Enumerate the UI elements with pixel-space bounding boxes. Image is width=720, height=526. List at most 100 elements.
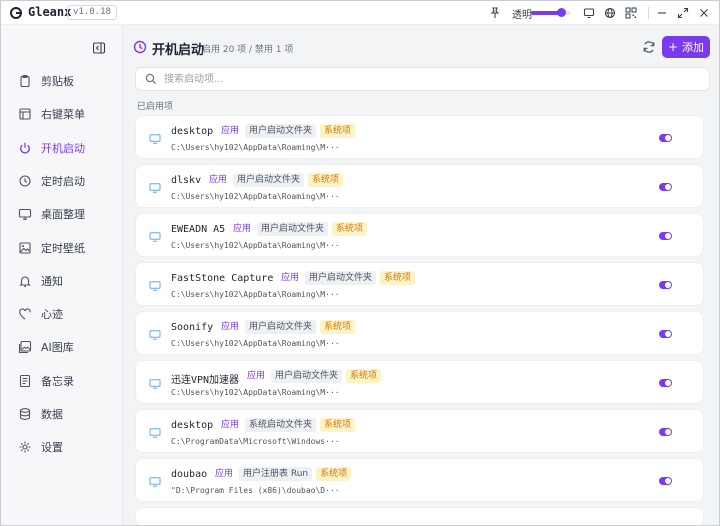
startup-entry-row[interactable]: desktop 应用 系统启动文件夹 系统项 C:\ProgramData\Micros…	[135, 409, 704, 453]
globe-icon[interactable]	[602, 5, 618, 21]
monitor-icon	[149, 280, 161, 291]
sidebar-item-label: 剪贴板	[41, 75, 74, 88]
sidebar-item-label: 数据	[41, 408, 63, 421]
sidebar-item-6[interactable]: 定时壁纸	[1, 234, 122, 262]
plus-icon: +	[667, 40, 679, 54]
gallery-icon	[18, 340, 32, 354]
titlebar-separator	[648, 7, 649, 19]
qr-code-icon[interactable]	[623, 5, 639, 21]
pin-icon[interactable]	[487, 5, 503, 21]
sidebar-item-8[interactable]: 心迹	[1, 300, 122, 328]
entry-enable-toggle[interactable]	[659, 183, 672, 191]
entry-tags: 应用 用户启动文件夹 系统项	[279, 271, 416, 285]
entry-enable-toggle[interactable]	[659, 477, 672, 485]
title-bar: Gleanx v1.0.18 透明	[1, 1, 719, 25]
entry-tags: 应用 用户注册表 Run 系统项	[213, 467, 352, 481]
monitor-icon[interactable]	[581, 5, 597, 21]
sidebar-item-12[interactable]: 设置	[1, 433, 122, 461]
sidebar-item-9[interactable]: AI图库	[1, 333, 122, 361]
startup-entry-row[interactable]: doubao 应用 用户注册表 Run 系统项 "D:\Program Files (x…	[135, 458, 704, 502]
sidebar-item-label: 开机启动	[41, 141, 85, 155]
sidebar-item-10[interactable]: 备忘录	[1, 367, 122, 395]
sidebar-item-label: 右键菜单	[41, 108, 85, 122]
sidebar-item-3[interactable]: 开机启动	[1, 134, 122, 162]
entry-tag: 用户启动文件夹	[233, 173, 305, 187]
entry-tags: 应用 用户启动文件夹 系统项	[207, 173, 344, 187]
opacity-slider-thumb[interactable]	[557, 8, 567, 17]
image-icon	[18, 241, 32, 255]
app-logo-icon	[10, 7, 22, 19]
entry-tags: 应用 用户启动文件夹 系统项	[219, 320, 356, 334]
startup-entry-row[interactable]: dlskv 应用 用户启动文件夹 系统项 C:\Users\hy102\AppData\…	[135, 164, 704, 208]
entry-tag: 用户启动文件夹	[257, 222, 329, 236]
entry-tag: 系统项	[320, 418, 356, 432]
startup-entry-row[interactable]: Soonify 应用 用户启动文件夹 系统项 C:\Users\hy102\AppDat…	[135, 311, 704, 355]
entry-name: desktop	[171, 420, 214, 431]
sidebar-item-1[interactable]: 剪贴板	[1, 67, 122, 95]
section-label-enabled: 已启用项	[137, 102, 174, 112]
entry-path: C:\Users\hy102\AppData\Roaming\M···	[171, 241, 340, 250]
entry-tag: 应用	[209, 175, 228, 185]
sidebar-item-7[interactable]: 通知	[1, 267, 122, 295]
sidebar-item-label: 通知	[41, 274, 63, 288]
sidebar-item-4[interactable]: 定时启动	[1, 167, 122, 195]
version-badge: v1.0.18	[67, 5, 117, 20]
entry-tag: 应用	[221, 126, 240, 136]
database-icon	[18, 407, 32, 421]
entry-enable-toggle[interactable]	[659, 232, 672, 240]
startup-entry-row[interactable]: FastStone Capture 应用 用户启动文件夹 系统项 C:\Users\hy…	[135, 262, 704, 306]
entry-enable-toggle[interactable]	[659, 330, 672, 338]
search-icon	[145, 73, 157, 85]
monitor-icon	[149, 231, 161, 242]
startup-entry-row[interactable]: desktop 应用 用户启动文件夹 系统项 C:\Users\hy102\AppDat…	[135, 115, 704, 159]
monitor-icon	[149, 133, 161, 144]
sidebar-item-2[interactable]: 右键菜单	[1, 100, 122, 128]
sidebar: 剪贴板右键菜单开机启动定时启动桌面整理定时壁纸通知心迹 AI图库备忘录数据设置	[1, 25, 123, 525]
sidebar-item-label: 心迹	[41, 308, 63, 322]
monitor-icon	[149, 182, 161, 193]
search-input[interactable]	[164, 71, 694, 87]
add-button[interactable]: + 添加	[662, 36, 710, 58]
entry-path: C:\Users\hy102\AppData\Roaming\M···	[171, 388, 340, 397]
entry-enable-toggle[interactable]	[659, 281, 672, 289]
entry-tag: 用户启动文件夹	[271, 369, 343, 383]
power-icon	[18, 141, 32, 155]
sidebar-item-label: 定时壁纸	[41, 241, 85, 255]
main-panel: 开机启动 启用 20 项 / 禁用 1 项 + 添加 已启用项 desktop 应…	[123, 25, 719, 525]
startup-entry-row[interactable]: 迅连VPN加速器 应用 用户启动文件夹 系统项 C:\Users\hy102\AppDa…	[135, 360, 704, 404]
entry-tag: 应用	[281, 273, 300, 283]
sidebar-item-11[interactable]: 数据	[1, 400, 122, 428]
entry-path: C:\Users\hy102\AppData\Roaming\M···	[171, 339, 340, 348]
monitor-icon	[149, 476, 161, 487]
entry-name: Soonify	[171, 322, 214, 333]
memo-icon	[18, 374, 32, 388]
entry-tag: 应用	[247, 371, 266, 381]
opacity-slider[interactable]	[531, 8, 571, 17]
entry-name: EWEADN A5	[171, 224, 226, 235]
sidebar-item-label: 桌面整理	[41, 208, 85, 222]
entry-tag: 用户注册表 Run	[239, 467, 313, 481]
sidebar-collapse-icon[interactable]	[92, 41, 106, 55]
entry-tag: 应用	[221, 420, 240, 430]
gear-icon	[18, 440, 32, 454]
entry-tag: 系统项	[346, 369, 382, 383]
app-window: Gleanx v1.0.18 透明 剪贴板 右键菜单 开机启动 定时启动 桌面整…	[0, 0, 720, 526]
entry-enable-toggle[interactable]	[659, 134, 672, 142]
entry-path: C:\Users\hy102\AppData\Roaming\M···	[171, 192, 340, 201]
entry-enable-toggle[interactable]	[659, 379, 672, 387]
entry-enable-toggle[interactable]	[659, 428, 672, 436]
monitor-icon	[149, 427, 161, 438]
close-icon[interactable]	[696, 5, 712, 21]
refresh-icon[interactable]	[641, 39, 657, 55]
sidebar-item-5[interactable]: 桌面整理	[1, 200, 122, 228]
entry-tags: 应用 用户启动文件夹 系统项	[231, 222, 368, 236]
startup-entry-row[interactable]: EWEADN A5 应用 用户启动文件夹 系统项 C:\Users\hy102\AppD…	[135, 213, 704, 257]
minimize-icon[interactable]	[654, 5, 670, 21]
sidebar-item-label: 设置	[41, 441, 63, 455]
entry-path: C:\Users\hy102\AppData\Roaming\M···	[171, 290, 340, 299]
maximize-icon[interactable]	[675, 5, 691, 21]
entry-tag: 用户启动文件夹	[245, 320, 317, 334]
entry-name: doubao	[171, 469, 208, 480]
sidebar-item-label: 定时启动	[41, 174, 85, 188]
startup-entry-row[interactable]	[135, 507, 704, 525]
